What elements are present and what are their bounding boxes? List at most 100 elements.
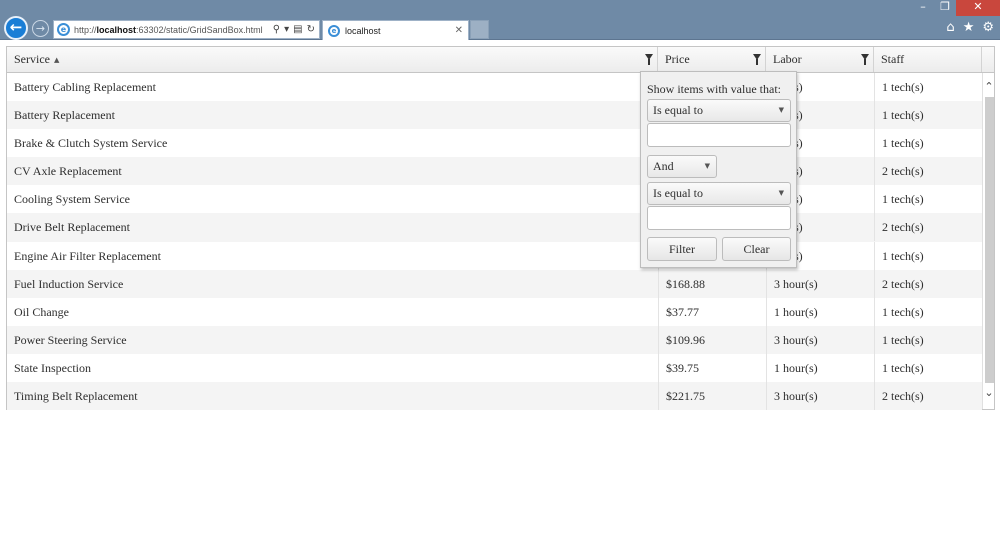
minimize-icon[interactable]: – (912, 0, 934, 16)
cell-service: Battery Replacement (14, 108, 115, 123)
table-row[interactable]: CV Axle Replacement our(s) 2 tech(s) (7, 157, 982, 186)
filter-value-1-input[interactable] (647, 123, 791, 147)
cell-service: Power Steering Service (14, 332, 127, 347)
chevron-down-icon[interactable]: ⌄ (983, 387, 995, 399)
cell-staff: 1 tech(s) (874, 129, 982, 158)
column-header-staff[interactable]: Staff (874, 47, 982, 72)
cell-price: $168.88 (658, 269, 766, 298)
star-icon[interactable]: ★ (963, 20, 975, 35)
filter-operator-1[interactable]: Is equal to ▼ (647, 99, 791, 122)
dropdown-icon[interactable]: ▾ (284, 24, 289, 35)
cell-labor: 1 hour(s) (766, 297, 874, 326)
chevron-down-icon: ▼ (778, 106, 784, 114)
cell-staff: 2 tech(s) (874, 382, 982, 411)
cell-staff: 1 tech(s) (874, 241, 982, 270)
table-row[interactable]: Fuel Induction Service $168.88 3 hour(s)… (7, 269, 982, 298)
filter-operator-2-value: Is equal to (653, 186, 703, 200)
cell-labor: 1 hour(s) (766, 353, 874, 382)
cell-staff: 1 tech(s) (874, 325, 982, 354)
cell-service: Engine Air Filter Replacement (14, 248, 161, 263)
cell-price: $37.77 (658, 297, 766, 326)
arrow-right-icon[interactable]: → (32, 20, 49, 37)
home-icon[interactable]: ⌂ (946, 20, 954, 35)
browser-tab[interactable]: e localhost ✕ (322, 20, 469, 40)
cell-service: Fuel Induction Service (14, 276, 124, 291)
cell-price: $39.75 (658, 353, 766, 382)
filter-button[interactable]: Filter (647, 237, 717, 261)
cell-service: Brake & Clutch System Service (14, 136, 168, 151)
vertical-scrollbar[interactable]: ⌃ ⌄ (982, 73, 994, 409)
browser-chrome: – ❐ ✕ ← → e http://localhost:63302/stati… (0, 0, 1000, 40)
cell-service: Cooling System Service (14, 192, 130, 207)
cell-staff: 2 tech(s) (874, 269, 982, 298)
url-text[interactable]: http://localhost:63302/static/GridSandBo… (74, 25, 263, 35)
table-row[interactable]: Power Steering Service $109.96 3 hour(s)… (7, 325, 982, 354)
filter-help-text: Show items with value that: (647, 82, 781, 96)
column-label: Staff (881, 52, 905, 66)
cell-labor: 3 hour(s) (766, 269, 874, 298)
table-row[interactable]: Battery Replacement our(s) 1 tech(s) (7, 101, 982, 130)
cell-labor: 3 hour(s) (766, 382, 874, 411)
column-label: Labor (773, 52, 802, 66)
table-row[interactable]: Engine Air Filter Replacement our(s) 1 t… (7, 241, 982, 270)
refresh-icon[interactable]: ↻ (307, 24, 315, 35)
close-tab-icon[interactable]: ✕ (455, 25, 463, 36)
restore-icon[interactable]: ❐ (934, 0, 956, 16)
table-row[interactable]: Brake & Clutch System Service our(s) 1 t… (7, 129, 982, 158)
cell-service: Timing Belt Replacement (14, 389, 138, 404)
table-row[interactable]: Timing Belt Replacement $221.75 3 hour(s… (7, 382, 982, 411)
scrollbar-thumb[interactable] (985, 97, 994, 383)
cell-staff: 1 tech(s) (874, 185, 982, 214)
sort-ascending-icon: ▲ (53, 56, 60, 64)
ie-page-icon: e (57, 23, 70, 36)
compat-view-icon[interactable]: ▤ (293, 24, 302, 35)
cell-service: State Inspection (14, 360, 91, 375)
table-row[interactable]: Battery Cabling Replacement our(s) 1 tec… (7, 73, 982, 101)
cell-staff: 1 tech(s) (874, 73, 982, 101)
filter-logic-value: And (653, 159, 674, 173)
cell-service: Drive Belt Replacement (14, 220, 130, 235)
address-bar[interactable]: e http://localhost:63302/static/GridSand… (53, 20, 320, 39)
close-window-icon[interactable]: ✕ (956, 0, 1000, 16)
table-row[interactable]: Drive Belt Replacement our(s) 2 tech(s) (7, 213, 982, 242)
ie-tab-icon: e (328, 24, 340, 37)
column-header-labor[interactable]: Labor (766, 47, 874, 72)
window-controls: – ❐ ✕ (912, 0, 1000, 16)
table-row[interactable]: Oil Change $37.77 1 hour(s) 1 tech(s) (7, 297, 982, 326)
column-filter-menu: Show items with value that: Is equal to … (640, 71, 797, 268)
column-header-service[interactable]: Service ▲ (7, 47, 658, 72)
grid-body: Battery Cabling Replacement our(s) 1 tec… (7, 73, 982, 411)
cell-staff: 1 tech(s) (874, 353, 982, 382)
cell-service: CV Axle Replacement (14, 164, 122, 179)
filter-icon[interactable] (861, 54, 869, 65)
cell-price: $221.75 (658, 382, 766, 411)
cell-labor: 3 hour(s) (766, 325, 874, 354)
search-icon[interactable]: ⚲ (273, 24, 280, 35)
cell-staff: 1 tech(s) (874, 297, 982, 326)
filter-value-2-input[interactable] (647, 206, 791, 230)
gear-icon[interactable]: ⚙ (982, 20, 994, 35)
chevron-up-icon[interactable]: ⌃ (983, 81, 995, 93)
chevron-down-icon: ▼ (704, 162, 710, 170)
filter-operator-2[interactable]: Is equal to ▼ (647, 182, 791, 205)
cell-staff: 2 tech(s) (874, 157, 982, 186)
services-grid: Service ▲ Price Labor Staff Battery Cabli… (6, 46, 995, 411)
clear-button[interactable]: Clear (722, 237, 791, 261)
address-actions: ⚲ ▾ ▤ ↻ (273, 24, 319, 35)
filter-logic-select[interactable]: And ▼ (647, 155, 717, 178)
filter-icon[interactable] (645, 54, 653, 65)
browser-tools: ⌂ ★ ⚙ (946, 20, 994, 35)
grid-header: Service ▲ Price Labor Staff (7, 47, 994, 73)
cell-service: Oil Change (14, 304, 69, 319)
column-label: Price (665, 52, 690, 66)
column-header-price[interactable]: Price (658, 47, 766, 72)
new-tab-button[interactable] (470, 20, 489, 39)
cell-service: Battery Cabling Replacement (14, 80, 156, 94)
filter-icon[interactable] (753, 54, 761, 65)
arrow-left-icon[interactable]: ← (4, 16, 28, 40)
cell-staff: 2 tech(s) (874, 213, 982, 242)
cell-price: $109.96 (658, 325, 766, 354)
table-row[interactable]: State Inspection $39.75 1 hour(s) 1 tech… (7, 353, 982, 382)
cell-staff: 1 tech(s) (874, 101, 982, 130)
table-row[interactable]: Cooling System Service our(s) 1 tech(s) (7, 185, 982, 214)
